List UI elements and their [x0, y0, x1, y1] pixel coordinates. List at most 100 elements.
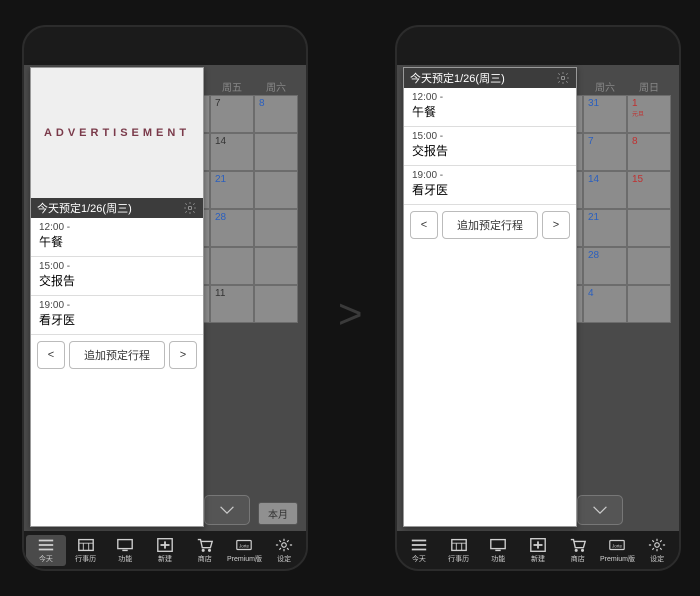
bottom-nav: 今天 行事历 功能 新建 商店 Jorte Premium版设定 [24, 531, 306, 569]
calendar-cell[interactable]: 7 [210, 95, 254, 133]
event-item[interactable]: 19:00 -看牙医 [31, 296, 203, 335]
nav-label: 新建 [158, 554, 172, 564]
event-item[interactable]: 15:00 -交报告 [404, 127, 576, 166]
event-item[interactable]: 12:00 -午餐 [31, 218, 203, 257]
nav-label: 今天 [39, 554, 53, 564]
gear-icon[interactable] [183, 201, 197, 215]
next-day-button[interactable]: > [542, 211, 570, 239]
event-time: 15:00 - [39, 261, 195, 272]
calendar-weekday: 周日 [627, 79, 671, 94]
next-day-button[interactable]: > [169, 341, 197, 369]
collapse-button[interactable] [577, 495, 623, 525]
event-nav-row: < 追加预定行程 > [31, 335, 203, 375]
nav-item-monitor[interactable]: 功能 [105, 535, 145, 566]
nav-label: 设定 [650, 554, 664, 564]
nav-item-gear[interactable]: 设定 [637, 535, 677, 566]
nav-item-menu[interactable]: 今天 [26, 535, 66, 566]
nav-item-monitor[interactable]: 功能 [478, 535, 518, 566]
calendar-icon [77, 537, 95, 553]
panel-title-text: 今天预定1/26(周三) [410, 70, 505, 86]
nav-item-menu[interactable]: 今天 [399, 535, 439, 566]
calendar-cell[interactable] [254, 285, 298, 323]
monitor-icon [116, 537, 134, 553]
calendar-weekday: 周五 [210, 79, 254, 94]
monitor-icon [489, 537, 507, 553]
calendar-cell[interactable] [254, 247, 298, 285]
nav-label: Premium版 [227, 554, 262, 564]
calendar-cell[interactable]: 28 [583, 247, 627, 285]
nav-item-gear[interactable]: 设定 [264, 535, 304, 566]
gear-icon[interactable] [556, 71, 570, 85]
calendar-cell[interactable] [627, 247, 671, 285]
arrow-between-icon: > [338, 290, 363, 338]
calendar-cell[interactable] [254, 171, 298, 209]
nav-item-cart[interactable]: 商店 [185, 535, 225, 566]
nav-label: 新建 [531, 554, 545, 564]
calendar-cell[interactable] [627, 209, 671, 247]
calendar-icon [450, 537, 468, 553]
calendar-cell[interactable]: 4 [583, 285, 627, 323]
gear-icon [275, 537, 293, 553]
calendar-cell[interactable]: 15 [627, 171, 671, 209]
event-title: 交报告 [39, 272, 195, 289]
today-panel: ADVERTISEMENT 今天预定1/26(周三) 12:00 -午餐15:0… [30, 67, 204, 527]
phone-frame-left: 周四周五周六 6781314202127281011 本月 ADVERTISEM… [22, 25, 308, 571]
calendar-cell[interactable]: 11 [210, 285, 254, 323]
calendar-cell[interactable]: 14 [583, 171, 627, 209]
bottom-nav: 今天行事历 功能 新建 商店 Jorte Premium版 设定 [397, 531, 679, 569]
calendar-cell[interactable]: 8 [627, 133, 671, 171]
calendar-cell[interactable]: 21 [210, 171, 254, 209]
calendar-cell[interactable]: 1元旦 [627, 95, 671, 133]
nav-label: 行事历 [75, 554, 96, 564]
this-month-button[interactable]: 本月 [258, 502, 298, 525]
event-time: 12:00 - [412, 92, 568, 103]
panel-title-bar: 今天预定1/26(周三) [404, 68, 576, 88]
nav-label: 功能 [118, 554, 132, 564]
today-panel: 今天预定1/26(周三) 12:00 -午餐15:00 -交报告19:00 -看… [403, 67, 577, 527]
premium-icon: Jorte [608, 537, 626, 553]
nav-item-premium[interactable]: Jorte Premium版 [225, 535, 265, 566]
nav-item-calendar[interactable]: 行事历 [66, 535, 106, 566]
event-time: 19:00 - [412, 170, 568, 181]
event-time: 12:00 - [39, 222, 195, 233]
nav-label: Premium版 [600, 554, 635, 564]
svg-text:Jorte: Jorte [612, 543, 623, 548]
event-nav-row: < 追加预定行程 > [404, 205, 576, 245]
event-item[interactable]: 19:00 -看牙医 [404, 166, 576, 205]
event-item[interactable]: 12:00 -午餐 [404, 88, 576, 127]
calendar-cell[interactable]: 14 [210, 133, 254, 171]
calendar-cell[interactable] [254, 209, 298, 247]
add-event-button[interactable]: 追加预定行程 [442, 211, 538, 239]
nav-item-plus[interactable]: 新建 [145, 535, 185, 566]
calendar-weekday: 周六 [583, 79, 627, 94]
calendar-cell[interactable] [210, 247, 254, 285]
nav-item-calendar[interactable]: 行事历 [439, 535, 479, 566]
nav-item-premium[interactable]: Jorte Premium版 [598, 535, 638, 566]
calendar-cell[interactable]: 28 [210, 209, 254, 247]
nav-item-cart[interactable]: 商店 [558, 535, 598, 566]
event-title: 午餐 [39, 233, 195, 250]
nav-label: 商店 [198, 554, 212, 564]
event-title: 看牙医 [39, 311, 195, 328]
prev-day-button[interactable]: < [37, 341, 65, 369]
event-title: 看牙医 [412, 181, 568, 198]
calendar-cell[interactable]: 21 [583, 209, 627, 247]
menu-icon [410, 537, 428, 553]
add-event-button[interactable]: 追加预定行程 [69, 341, 165, 369]
prev-day-button[interactable]: < [410, 211, 438, 239]
nav-label: 功能 [491, 554, 505, 564]
nav-label: 商店 [571, 554, 585, 564]
svg-text:Jorte: Jorte [239, 543, 250, 548]
calendar-cell[interactable]: 7 [583, 133, 627, 171]
calendar-cell[interactable] [627, 285, 671, 323]
advertisement-placeholder[interactable]: ADVERTISEMENT [31, 68, 203, 198]
calendar-cell[interactable]: 8 [254, 95, 298, 133]
calendar-cell[interactable] [254, 133, 298, 171]
collapse-button[interactable] [204, 495, 250, 525]
nav-label: 行事历 [448, 554, 469, 564]
event-time: 15:00 - [412, 131, 568, 142]
calendar-cell[interactable]: 31 [583, 95, 627, 133]
nav-item-plus[interactable]: 新建 [518, 535, 558, 566]
plus-icon [156, 537, 174, 553]
event-item[interactable]: 15:00 -交报告 [31, 257, 203, 296]
